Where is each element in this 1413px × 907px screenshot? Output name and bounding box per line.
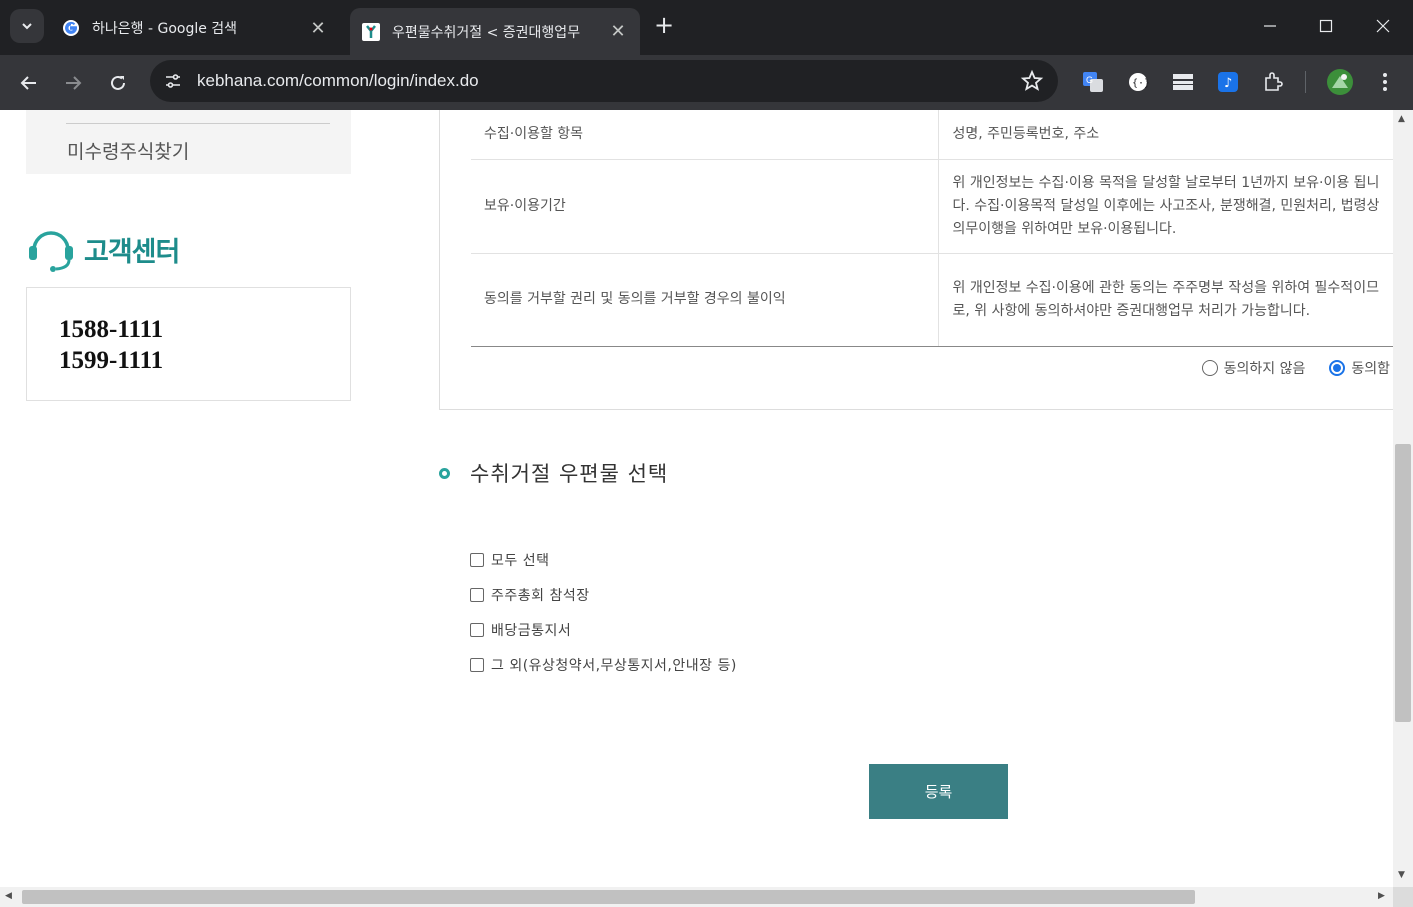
tab-search-button[interactable]	[10, 9, 44, 43]
consent-value: 위 개인정보는 수집·이용 목적을 달성할 날로부터 1년까지 보유·이용 됩니…	[938, 159, 1393, 254]
customer-center-box: 1588-1111 1599-1111	[26, 287, 351, 401]
consent-value: 성명, 주민등록번호, 주소	[938, 110, 1393, 160]
translate-extension-icon[interactable]: G	[1078, 67, 1108, 97]
hana-bank-icon	[362, 22, 380, 41]
other-mail-checkbox[interactable]	[470, 657, 484, 672]
toolbar-divider	[1305, 71, 1306, 93]
maximize-button[interactable]	[1310, 10, 1342, 42]
forward-button[interactable]	[57, 67, 89, 99]
site-info-icon[interactable]	[160, 68, 186, 94]
address-bar[interactable]: kebhana.com/common/login/index.do	[150, 60, 1058, 102]
maximize-icon	[1319, 19, 1333, 33]
tab-title: 하나은행 - Google 검색	[92, 21, 238, 37]
option-label: 그 외(유상청약서,무상통지서,안내장 등)	[491, 657, 737, 674]
customer-center-heading: 고객센터	[26, 224, 180, 274]
svg-text:♪: ♪	[1224, 76, 1232, 91]
consent-label: 동의를 거부할 권리 및 동의를 거부할 경우의 불이익	[471, 253, 939, 347]
section-heading: 수취거절 우편물 선택	[439, 458, 668, 488]
browser-toolbar: kebhana.com/common/login/index.do G {·} …	[0, 55, 1413, 110]
close-icon[interactable]: ✕	[608, 21, 628, 42]
page-content: 미수령주식찾기 고객센터 1588-1111 1599-1111 수집·이용할 …	[0, 110, 1393, 887]
option-label: 모두 선택	[491, 552, 550, 569]
scroll-down-icon[interactable]: ▼	[1398, 870, 1405, 880]
headset-icon	[29, 231, 73, 272]
select-all-checkbox[interactable]	[470, 552, 484, 567]
scroll-left-icon[interactable]: ◀	[5, 891, 12, 901]
disagree-label: 동의하지 않음	[1223, 361, 1306, 377]
phone-number: 1599-1111	[59, 347, 164, 374]
bookmark-star-icon[interactable]	[1020, 69, 1044, 93]
list-item[interactable]: 배당금통지서	[470, 612, 737, 647]
minimize-button[interactable]	[1254, 10, 1286, 42]
option-label: 배당금통지서	[491, 622, 572, 639]
horizontal-scrollbar[interactable]: ◀ ▶	[0, 887, 1393, 907]
mail-options: 모두 선택 주주총회 참석장 배당금통지서 그 외(유상청약서,무상통지서,안내…	[470, 542, 737, 682]
consent-value: 위 개인정보 수집·이용에 관한 동의는 주주명부 작성을 위하여 필수적이므로…	[938, 253, 1393, 347]
disagree-radio[interactable]	[1201, 360, 1218, 376]
close-icon	[1376, 19, 1390, 33]
table-row: 보유·이용기간 위 개인정보는 수집·이용 목적을 달성할 날로부터 1년까지 …	[471, 159, 1393, 254]
url-text: kebhana.com/common/login/index.do	[197, 71, 479, 90]
new-tab-button[interactable]: +	[650, 12, 678, 40]
menu-kebab-icon[interactable]	[1370, 67, 1400, 97]
scroll-up-icon[interactable]: ▲	[1398, 114, 1405, 124]
customer-center-title: 고객센터	[84, 236, 180, 268]
agree-label: 동의함	[1351, 361, 1390, 377]
arrow-left-icon	[20, 76, 36, 90]
arrow-right-icon	[66, 76, 82, 90]
window-close-button[interactable]	[1367, 10, 1399, 42]
table-row: 수집·이용할 항목 성명, 주민등록번호, 주소	[471, 110, 1393, 160]
tab-title: 우편물수취거절 < 증권대행업무	[392, 24, 581, 41]
svg-text:G: G	[1086, 75, 1093, 85]
dividend-notice-checkbox[interactable]	[470, 622, 484, 637]
list-item[interactable]: 주주총회 참석장	[470, 577, 737, 612]
reload-icon	[111, 75, 125, 90]
list-item[interactable]: 그 외(유상청약서,무상통지서,안내장 등)	[470, 647, 737, 682]
sidebar-item-unclaimed-stock[interactable]: 미수령주식찾기	[67, 137, 189, 164]
scrollbar-corner	[1393, 887, 1413, 907]
extensions-puzzle-icon[interactable]	[1258, 67, 1288, 97]
reader-extension-icon[interactable]	[1168, 67, 1198, 97]
reload-button[interactable]	[102, 67, 134, 99]
register-button[interactable]: 등록	[869, 764, 1008, 819]
google-icon	[63, 20, 79, 36]
scrollbar-thumb[interactable]	[22, 890, 1195, 904]
consent-radio-group: 동의하지 않음 동의함	[1201, 358, 1390, 378]
section-title: 수취거절 우편물 선택	[470, 462, 669, 486]
list-item[interactable]: 모두 선택	[470, 542, 737, 577]
phone-number: 1588-1111	[59, 316, 164, 343]
table-row: 동의를 거부할 권리 및 동의를 거부할 경우의 불이익 위 개인정보 수집·이…	[471, 253, 1393, 347]
music-extension-icon[interactable]: ♪	[1213, 67, 1243, 97]
consent-label: 보유·이용기간	[471, 159, 939, 254]
consent-label: 수집·이용할 항목	[471, 110, 939, 160]
meeting-notice-checkbox[interactable]	[470, 587, 484, 602]
tab-google-search[interactable]: 하나은행 - Google 검색 ✕	[50, 8, 340, 48]
consent-panel: 수집·이용할 항목 성명, 주민등록번호, 주소 보유·이용기간 위 개인정보는…	[439, 110, 1393, 410]
sidebar-menu: 미수령주식찾기	[26, 110, 351, 174]
code-extension-icon[interactable]: {·}	[1123, 67, 1153, 97]
consent-table: 수집·이용할 항목 성명, 주민등록번호, 주소 보유·이용기간 위 개인정보는…	[471, 110, 1393, 347]
option-label: 주주총회 참석장	[491, 587, 590, 604]
bullet-icon	[439, 467, 450, 479]
agree-radio[interactable]	[1329, 360, 1346, 376]
chevron-down-icon	[22, 23, 32, 30]
back-button[interactable]	[13, 67, 45, 99]
vertical-scrollbar[interactable]: ▲ ▼	[1393, 110, 1413, 887]
scroll-right-icon[interactable]: ▶	[1378, 891, 1385, 901]
scrollbar-thumb[interactable]	[1395, 444, 1411, 722]
tab-strip: 하나은행 - Google 검색 ✕ 우편물수취거절 < 증권대행업무 ✕ +	[0, 0, 1413, 55]
close-icon[interactable]: ✕	[308, 18, 328, 39]
sidebar-divider	[66, 123, 330, 124]
tab-current[interactable]: 우편물수취거절 < 증권대행업무 ✕	[350, 8, 640, 55]
profile-avatar[interactable]	[1325, 67, 1355, 97]
minimize-icon	[1264, 25, 1276, 27]
svg-text:{·}: {·}	[1132, 78, 1149, 89]
